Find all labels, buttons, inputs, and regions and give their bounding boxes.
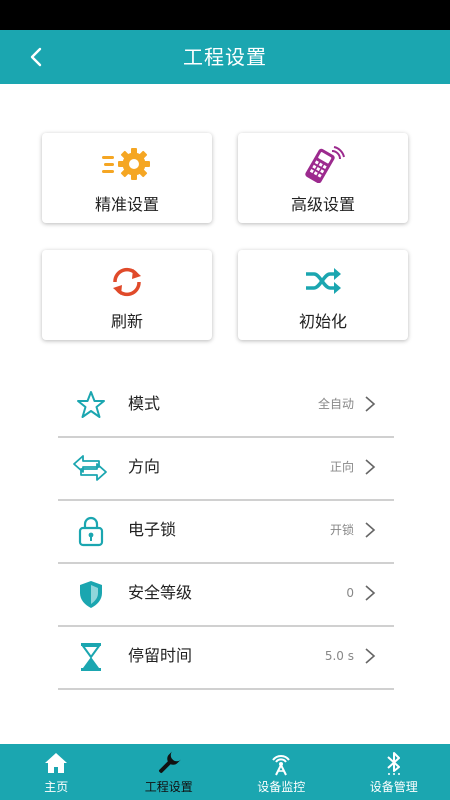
tab-label-engineering-settings: 工程设置 bbox=[144, 780, 193, 794]
chevron-right-icon bbox=[365, 522, 376, 538]
setting-label-security-level: 安全等级 bbox=[128, 583, 193, 602]
top-app-bar: 工程设置 bbox=[0, 30, 450, 84]
setting-label-mode: 模式 bbox=[128, 394, 161, 413]
advanced-settings-label: 高级设置 bbox=[290, 195, 355, 214]
lock-icon bbox=[78, 516, 104, 547]
home-icon bbox=[45, 753, 68, 773]
setting-label-direction: 方向 bbox=[128, 457, 161, 476]
star-icon bbox=[77, 391, 105, 418]
bottom-tab-bar: 主页 工程设置 设备监控 设备管理 bbox=[0, 744, 450, 800]
status-bar bbox=[0, 0, 450, 30]
setting-row-security-level[interactable]: 安全等级 0 bbox=[58, 563, 394, 627]
setting-row-electronic-lock[interactable]: 电子锁 开锁 bbox=[58, 500, 394, 564]
tab-home[interactable]: 主页 bbox=[0, 744, 113, 800]
gear-motion-icon bbox=[102, 148, 150, 180]
refresh-label: 刷新 bbox=[110, 312, 143, 331]
direction-arrows-icon bbox=[73, 455, 107, 481]
tab-device-monitoring[interactable]: 设备监控 bbox=[225, 744, 338, 800]
setting-row-dwell-time[interactable]: 停留时间 5.0 s bbox=[58, 626, 394, 690]
chevron-right-icon bbox=[365, 585, 376, 601]
initialize-card[interactable]: 初始化 bbox=[238, 250, 408, 340]
refresh-card[interactable]: 刷新 bbox=[42, 250, 212, 340]
tab-label-device-monitoring: 设备监控 bbox=[257, 780, 306, 794]
chevron-right-icon bbox=[365, 459, 376, 475]
tab-engineering-settings[interactable]: 工程设置 bbox=[113, 744, 226, 800]
shuffle-icon bbox=[306, 268, 341, 294]
setting-value-electronic-lock: 开锁 bbox=[329, 523, 354, 537]
setting-value-direction: 正向 bbox=[329, 460, 354, 474]
setting-value-security-level: 0 bbox=[346, 586, 354, 600]
advanced-settings-card[interactable]: 高级设置 bbox=[238, 133, 408, 223]
setting-label-electronic-lock: 电子锁 bbox=[128, 520, 177, 539]
tab-label-device-management: 设备管理 bbox=[369, 780, 418, 794]
hourglass-icon bbox=[81, 643, 101, 671]
signal-tower-icon bbox=[272, 755, 291, 776]
setting-row-mode[interactable]: 模式 全自动 bbox=[58, 374, 394, 438]
precise-settings-label: 精准设置 bbox=[94, 195, 159, 214]
initialize-label: 初始化 bbox=[298, 312, 347, 331]
page-title: 工程设置 bbox=[183, 45, 267, 69]
precise-settings-card[interactable]: 精准设置 bbox=[42, 133, 212, 223]
wrench-icon bbox=[158, 750, 181, 773]
shield-icon bbox=[80, 581, 102, 608]
setting-value-dwell-time: 5.0 s bbox=[324, 649, 354, 663]
tab-label-home: 主页 bbox=[44, 780, 69, 794]
tab-device-management[interactable]: 设备管理 bbox=[338, 744, 450, 800]
remote-control-icon bbox=[305, 146, 345, 183]
refresh-icon bbox=[113, 267, 141, 297]
bluetooth-icon bbox=[387, 752, 400, 775]
setting-label-dwell-time: 停留时间 bbox=[128, 646, 193, 665]
setting-value-mode: 全自动 bbox=[317, 397, 354, 411]
chevron-right-icon bbox=[365, 648, 376, 664]
chevron-right-icon bbox=[365, 396, 376, 412]
setting-row-direction[interactable]: 方向 正向 bbox=[58, 437, 394, 501]
